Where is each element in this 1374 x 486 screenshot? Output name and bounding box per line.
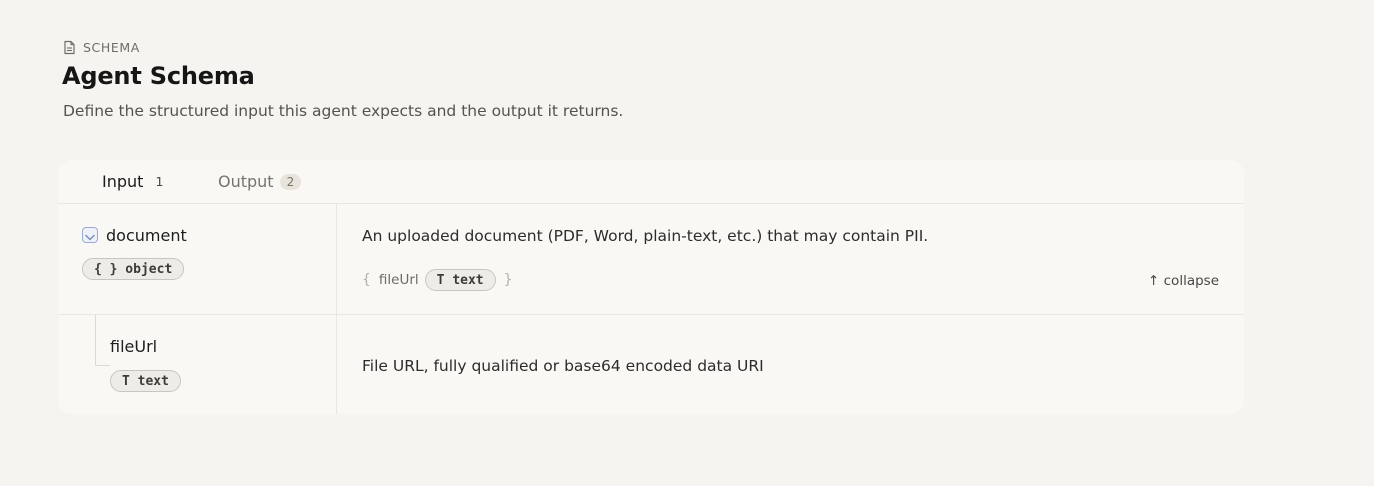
expand-toggle[interactable] (82, 227, 98, 243)
type-badge: T text (110, 370, 181, 392)
inline-field-key: fileUrl (378, 272, 419, 288)
tab-output-label: Output (218, 172, 274, 191)
field-description: An uploaded document (PDF, Word, plain-t… (362, 227, 929, 245)
field-description: File URL, fully qualified or base64 enco… (362, 357, 764, 375)
section-eyebrow-label: SCHEMA (83, 40, 140, 55)
page-title: Agent Schema (62, 62, 255, 90)
inline-schema-preview: { fileUrl T text } (362, 269, 513, 291)
schema-tabs: Input 1 Output 2 (58, 160, 1244, 204)
page-subtitle: Define the structured input this agent e… (63, 102, 624, 120)
tab-input-count: 1 (155, 174, 164, 189)
tab-output-count: 2 (279, 173, 302, 190)
field-name: document (106, 226, 187, 245)
field-meta: document { } object (58, 204, 337, 314)
tab-input-label: Input (102, 172, 144, 191)
collapse-button[interactable]: ↑ collapse (1148, 273, 1219, 289)
field-meta: fileUrl T text (58, 315, 337, 414)
tab-output[interactable]: Output 2 (218, 172, 302, 191)
document-icon (63, 40, 76, 55)
close-brace: } (503, 272, 513, 288)
tree-connector (95, 315, 110, 366)
inline-type-badge: T text (424, 269, 496, 291)
field-row-document: document { } object An uploaded document… (58, 204, 1244, 315)
chevron-down-icon (85, 226, 95, 245)
section-eyebrow: SCHEMA (63, 40, 140, 55)
field-row-fileurl: fileUrl T text File URL, fully qualified… (58, 315, 1244, 414)
type-badge: { } object (82, 258, 185, 280)
schema-page: SCHEMA Agent Schema Define the structure… (0, 0, 1374, 486)
schema-card: Input 1 Output 2 document { } object An … (58, 160, 1244, 414)
field-name: fileUrl (110, 337, 158, 356)
open-brace: { (362, 272, 371, 288)
tab-input[interactable]: Input 1 (102, 172, 163, 191)
